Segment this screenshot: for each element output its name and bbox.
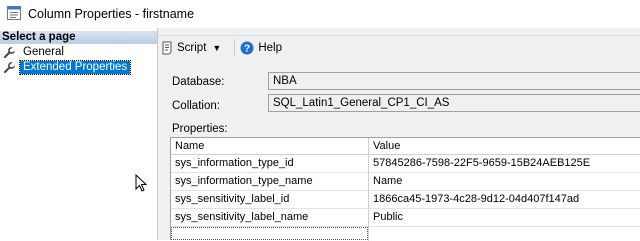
title-bar: Column Properties - firstname (0, 0, 640, 28)
property-name-cell[interactable]: sys_sensitivity_label_name (171, 208, 308, 226)
script-button[interactable]: Script ▼ (158, 38, 228, 58)
window-title: Column Properties - firstname (28, 7, 195, 21)
wrench-icon (4, 46, 15, 58)
property-name-cell[interactable]: sys_sensitivity_label_id (171, 190, 289, 208)
chevron-down-icon[interactable]: ▼ (212, 43, 221, 53)
extended-properties-page: Script ▼ ? Help Database: NBA Collation:… (158, 28, 640, 241)
script-icon (162, 41, 172, 55)
property-value-cell[interactable]: 1866ca45-1973-4c28-9d12-04d407f147ad (369, 190, 579, 208)
wrench-icon (4, 61, 15, 73)
properties-grid[interactable]: Name Value sys_information_type_id 57845… (170, 137, 640, 241)
page-item-extended-properties[interactable]: Extended Properties (4, 59, 132, 75)
table-row[interactable]: sys_information_type_name Name (171, 172, 640, 191)
table-row[interactable]: sys_information_type_id 57845286-7598-22… (171, 154, 640, 173)
help-icon: ? (240, 41, 254, 55)
collation-label: Collation: (172, 100, 220, 112)
svg-text:?: ? (244, 44, 250, 55)
grid-header: Name Value (171, 138, 640, 155)
database-field[interactable]: NBA (268, 72, 640, 90)
page-item-general[interactable]: General (4, 45, 67, 59)
column-header-name[interactable]: Name (171, 138, 204, 154)
properties-label: Properties: (172, 123, 228, 135)
property-value-cell[interactable]: 57845286-7598-22F5-9659-15B24AEB125E (369, 154, 590, 172)
select-page-header: Select a page (0, 31, 157, 44)
collation-field[interactable]: SQL_Latin1_General_CP1_CI_AS (268, 94, 640, 112)
property-name-cell[interactable]: sys_information_type_name (171, 172, 313, 190)
toolbar: Script ▼ ? Help (158, 36, 640, 60)
help-label: Help (258, 42, 282, 54)
column-divider[interactable] (368, 138, 369, 241)
properties-window-icon (7, 6, 21, 20)
table-row[interactable]: sys_sensitivity_label_name Public (171, 208, 640, 227)
property-value-cell[interactable]: Name (369, 172, 402, 190)
help-button[interactable]: ? Help (237, 38, 285, 58)
script-label: Script (177, 42, 207, 54)
toolbar-separator (234, 39, 236, 57)
toolbar-strip (158, 28, 640, 36)
mouse-cursor-icon (135, 174, 147, 192)
select-page-pane: Select a page General Extended Propertie… (0, 28, 158, 240)
new-row-cell[interactable] (171, 227, 368, 240)
column-header-value[interactable]: Value (369, 138, 400, 154)
table-row[interactable]: sys_sensitivity_label_id 1866ca45-1973-4… (171, 190, 640, 209)
property-name-cell[interactable]: sys_information_type_id (171, 154, 294, 172)
page-item-label: Extended Properties (18, 59, 132, 75)
column-properties-window: Column Properties - firstname Select a p… (0, 0, 640, 241)
database-label: Database: (172, 76, 225, 88)
page-item-label: General (23, 45, 64, 58)
property-value-cell[interactable]: Public (369, 208, 403, 226)
